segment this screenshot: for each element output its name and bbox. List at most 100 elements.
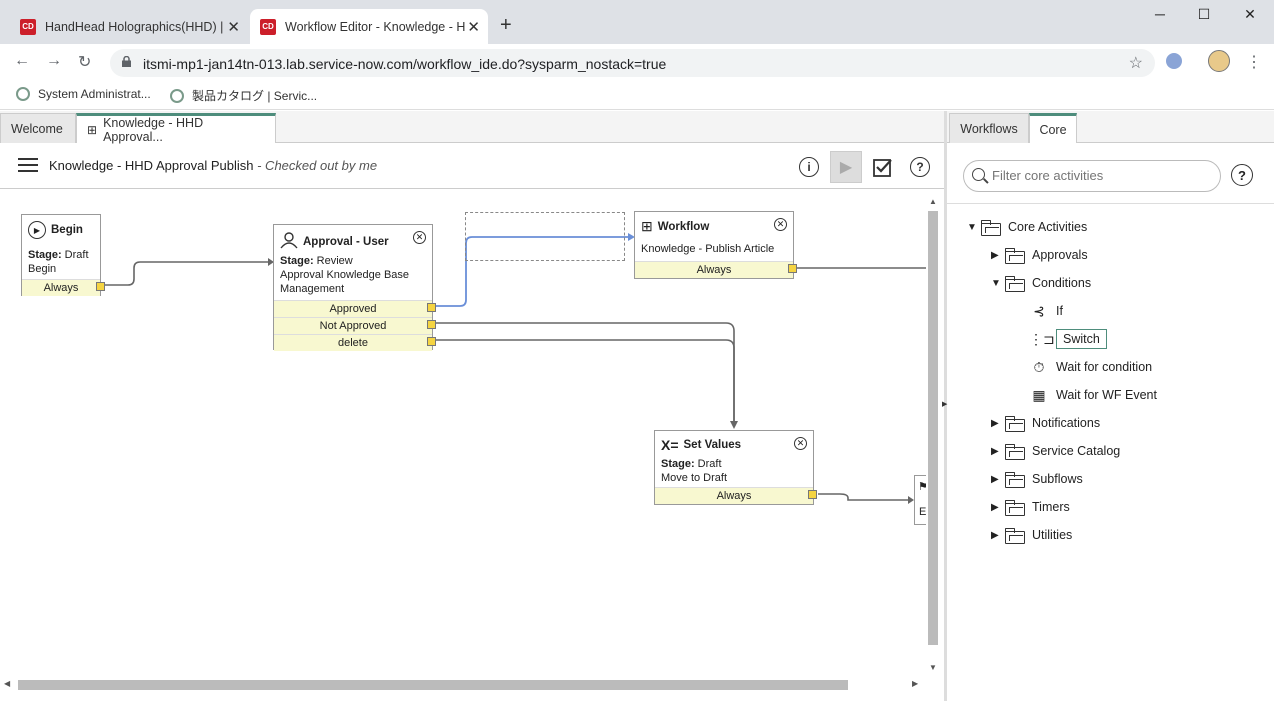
calendar-clock-icon: ▦ <box>1032 386 1046 403</box>
info-icon[interactable]: i <box>794 152 824 182</box>
hamburger-menu-icon[interactable] <box>18 158 38 176</box>
lock-icon <box>122 56 131 67</box>
flag-icon: ⚑ <box>918 481 926 493</box>
collapsed-arrow-icon[interactable]: ▶ <box>991 250 1003 261</box>
tab-core[interactable]: Core <box>1029 113 1077 143</box>
tree-if[interactable]: ⊰ If <box>1029 301 1063 321</box>
activity-begin[interactable]: ▶ Begin Stage: Draft Begin Always <box>21 214 105 296</box>
output-port[interactable] <box>96 282 105 291</box>
condition-always[interactable]: Always <box>655 487 813 504</box>
collapsed-arrow-icon[interactable]: ▶ <box>991 446 1003 457</box>
activity-header: X= Set Values <box>661 437 741 453</box>
tree-utilities[interactable]: ▶ Utilities <box>991 525 1072 545</box>
activity-workflow[interactable]: ⊞ Workflow ✕ Knowledge - Publish Article… <box>634 211 797 279</box>
tree-service-catalog[interactable]: ▶ Service Catalog <box>991 441 1120 461</box>
scroll-right-icon[interactable]: ▶ <box>912 679 918 688</box>
collapsed-arrow-icon[interactable]: ▶ <box>991 474 1003 485</box>
help-icon[interactable]: ? <box>905 152 935 182</box>
stage-value: Draft <box>694 458 722 470</box>
tab-label: Core <box>1039 122 1067 137</box>
maximize-icon[interactable]: ☐ <box>1194 6 1214 23</box>
validate-checkbox-icon[interactable] <box>868 152 898 182</box>
tree-label: Conditions <box>1032 276 1092 290</box>
workflow-name: Knowledge - HHD Approval Publish <box>49 158 254 173</box>
run-play-icon[interactable]: ▶ <box>830 151 862 183</box>
browser-tab-workflow-editor[interactable]: CD Workflow Editor - Knowledge - H ✕ <box>250 9 488 44</box>
filter-core-activities[interactable] <box>963 160 1221 192</box>
help-icon[interactable]: ? <box>1231 164 1253 186</box>
scrollbar-thumb[interactable] <box>928 211 938 645</box>
bookmark-catalog[interactable]: 製品カタログ | Servic... <box>170 87 317 104</box>
avatar[interactable] <box>1208 50 1230 72</box>
output-port[interactable] <box>427 337 436 346</box>
scroll-down-icon[interactable]: ▼ <box>929 663 937 672</box>
forward-icon[interactable]: → <box>46 52 62 70</box>
tab-knowledge-approval[interactable]: ⊞ Knowledge - HHD Approval... <box>76 113 276 144</box>
canvas-horizontal-scrollbar[interactable]: ◀ ▶ <box>0 677 926 691</box>
tree-wait-for-condition[interactable]: ⏱ Wait for condition <box>1029 357 1153 377</box>
folder-icon <box>1005 471 1025 488</box>
activity-approval-user[interactable]: Approval - User ✕ Stage: Review Approval… <box>273 224 436 351</box>
activity-description: Management <box>280 283 345 295</box>
tree-conditions[interactable]: ▼ Conditions <box>991 273 1091 293</box>
output-port[interactable] <box>427 320 436 329</box>
tab-welcome[interactable]: Welcome <box>0 113 76 143</box>
close-icon[interactable]: ✕ <box>467 18 480 36</box>
bookmark-system-admin[interactable]: System Administrat... <box>16 87 151 101</box>
condition-not-approved[interactable]: Not Approved <box>274 317 432 334</box>
tree-timers[interactable]: ▶ Timers <box>991 497 1070 517</box>
close-icon[interactable]: ✕ <box>794 437 807 450</box>
browser-tab-bar: CD HandHead Holographics(HHD) | S ✕ CD W… <box>0 0 1274 44</box>
url-field[interactable]: itsmi-mp1-jan14tn-013.lab.service-now.co… <box>110 49 1155 77</box>
condition-delete[interactable]: delete <box>274 334 432 351</box>
collapsed-arrow-icon[interactable]: ▶ <box>991 418 1003 429</box>
condition-approved[interactable]: Approved <box>274 300 432 317</box>
tree-subflows[interactable]: ▶ Subflows <box>991 469 1083 489</box>
expanded-arrow-icon[interactable]: ▼ <box>991 278 1003 289</box>
collapsed-arrow-icon[interactable]: ▶ <box>991 530 1003 541</box>
workflow-canvas[interactable]: ▶ Begin Stage: Draft Begin Always Approv… <box>0 189 926 685</box>
activity-body: Stage: Draft Begin <box>28 248 89 276</box>
bookmark-star-icon[interactable]: ☆ <box>1129 53 1143 73</box>
window-close-icon[interactable]: ✕ <box>1240 6 1260 23</box>
extension-icon[interactable] <box>1166 53 1182 69</box>
activity-title: Workflow <box>657 220 710 233</box>
tree-notifications[interactable]: ▶ Notifications <box>991 413 1100 433</box>
new-tab-icon[interactable]: + <box>500 14 512 37</box>
servicenow-favicon-icon: CD <box>20 18 36 35</box>
stage-value: Draft <box>61 249 89 261</box>
output-port[interactable] <box>808 490 817 499</box>
close-icon[interactable]: ✕ <box>774 218 787 231</box>
activity-set-values[interactable]: X= Set Values ✕ Stage: Draft Move to Dra… <box>654 430 817 505</box>
back-icon[interactable]: ← <box>14 52 30 70</box>
tree-approvals[interactable]: ▶ Approvals <box>991 245 1088 265</box>
palette-tabs: Workflows Core <box>947 111 1274 143</box>
condition-always[interactable]: Always <box>635 261 793 278</box>
tree-switch[interactable]: ⋮⊐ Switch <box>1029 329 1107 349</box>
condition-always[interactable]: Always <box>22 279 100 296</box>
close-icon[interactable]: ✕ <box>227 18 240 36</box>
filter-input[interactable] <box>992 168 1212 183</box>
browser-menu-icon[interactable]: ⋮ <box>1246 52 1262 72</box>
switch-icon: ⋮⊐ <box>1029 330 1055 347</box>
canvas-vertical-scrollbar[interactable]: ▲ ▼ <box>926 197 940 675</box>
output-port[interactable] <box>427 303 436 312</box>
servicenow-favicon-icon: CD <box>260 18 276 35</box>
scrollbar-thumb[interactable] <box>18 680 848 690</box>
tree-wait-for-wf-event[interactable]: ▦ Wait for WF Event <box>1029 385 1157 405</box>
activity-header: ⊞ Workflow <box>641 218 709 235</box>
reload-icon[interactable]: ↻ <box>78 52 91 72</box>
browser-tab-hhd[interactable]: CD HandHead Holographics(HHD) | S ✕ <box>10 9 248 44</box>
activity-end[interactable]: ⚑ E <box>914 475 926 525</box>
expanded-arrow-icon[interactable]: ▼ <box>967 222 979 233</box>
collapsed-arrow-icon[interactable]: ▶ <box>991 502 1003 513</box>
canvas-pane: Welcome ⊞ Knowledge - HHD Approval... Kn… <box>0 111 944 701</box>
scroll-up-icon[interactable]: ▲ <box>929 197 937 206</box>
output-port[interactable] <box>788 264 797 273</box>
bookmark-label: 製品カタログ | Servic... <box>192 89 318 103</box>
close-icon[interactable]: ✕ <box>413 231 426 244</box>
tree-core-activities[interactable]: ▼ Core Activities <box>967 217 1087 237</box>
tab-workflows[interactable]: Workflows <box>949 113 1029 143</box>
minimize-icon[interactable]: ─ <box>1150 6 1170 22</box>
scroll-left-icon[interactable]: ◀ <box>4 679 10 688</box>
